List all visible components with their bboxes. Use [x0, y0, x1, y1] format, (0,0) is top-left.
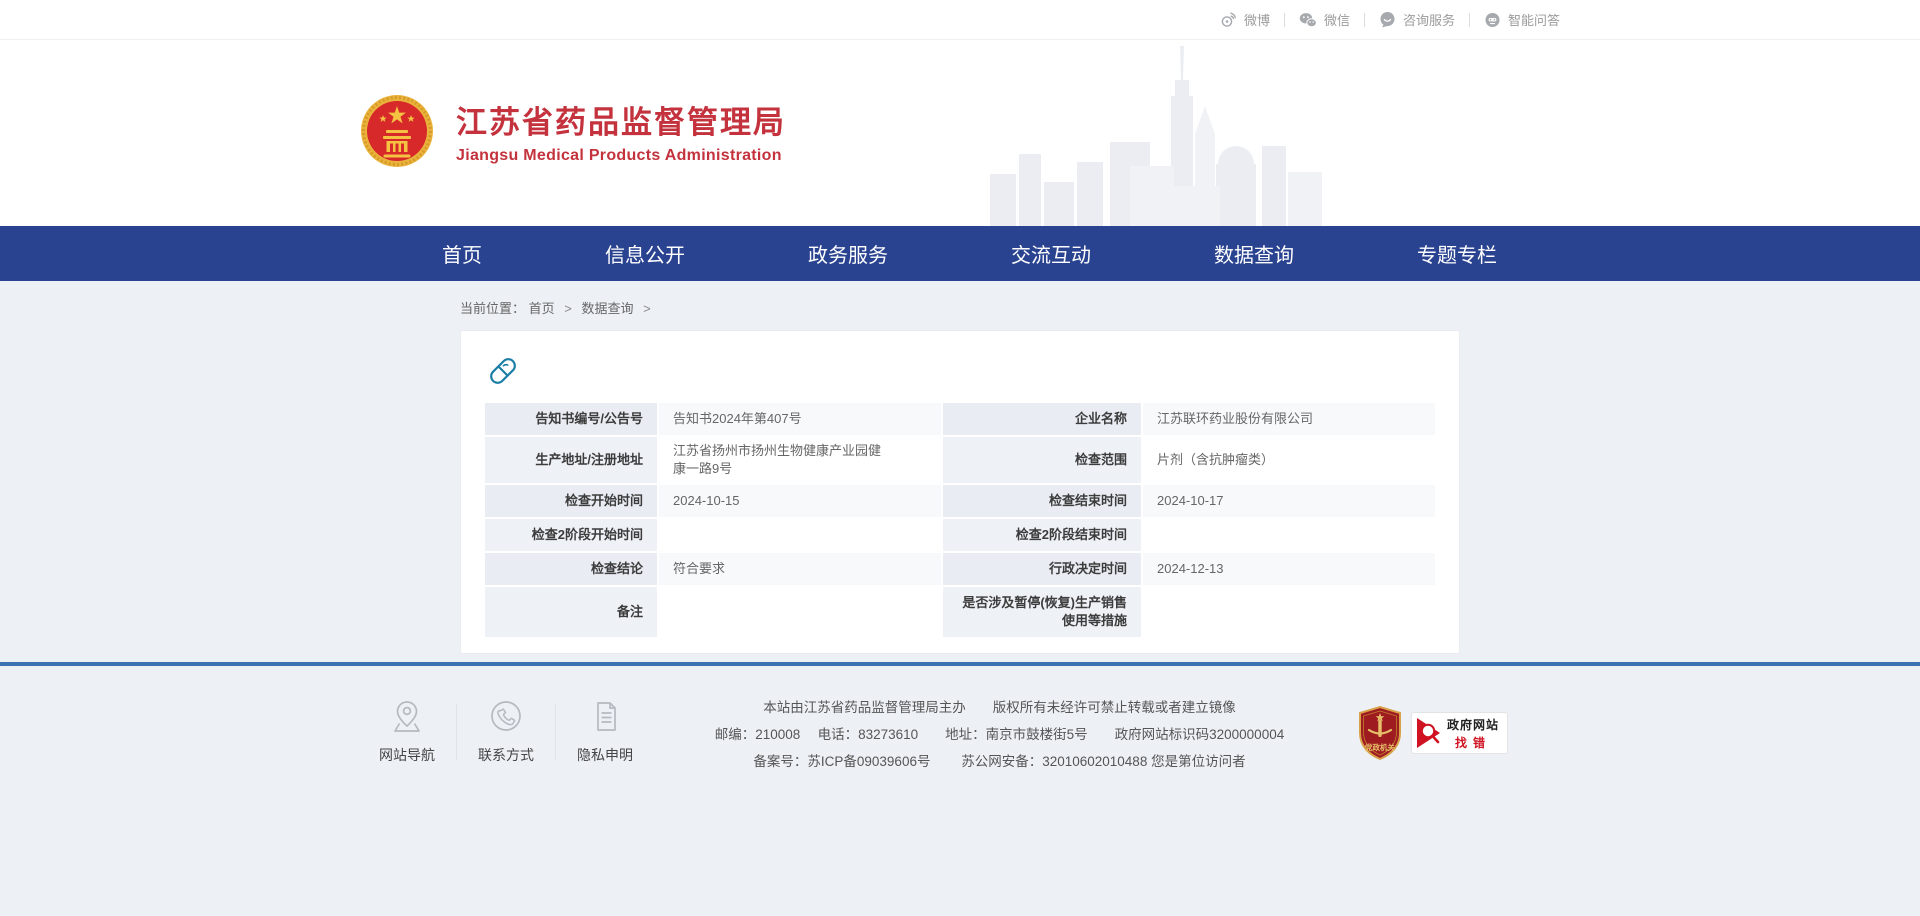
footer-link-label: 隐私申明 — [568, 745, 642, 765]
field-value: 片剂（含抗肿瘤类） — [1143, 437, 1435, 483]
field-label: 检查范围 — [943, 437, 1141, 483]
field-value: 告知书2024年第407号 — [659, 403, 941, 435]
consult-service-label: 咨询服务 — [1403, 10, 1455, 29]
table-row: 生产地址/注册地址 江苏省扬州市扬州生物健康产业园健康一路9号 检查范围 片剂（… — [485, 437, 1435, 483]
site-subtitle: Jiangsu Medical Products Administration — [456, 147, 786, 165]
wechat-icon — [1299, 12, 1317, 28]
nav-item-home[interactable]: 首页 — [442, 239, 482, 268]
shield-badge-label: 党政机关 — [1365, 742, 1395, 752]
city-skyline-graphic — [990, 46, 1335, 226]
robot-icon — [1484, 11, 1501, 28]
nav-item-data-query[interactable]: 数据查询 — [1214, 239, 1294, 268]
weibo-link[interactable]: 微博 — [1220, 10, 1270, 29]
breadcrumb-home-link[interactable]: 首页 — [529, 301, 555, 316]
map-pin-icon — [388, 698, 426, 736]
site-footer: 网站导航 联系方式 隐私申明 本站由江苏省药品监督管理局 — [0, 666, 1920, 775]
document-icon — [586, 698, 624, 736]
field-value: 江苏省扬州市扬州生物健康产业园健康一路9号 — [659, 437, 941, 483]
report-badge-subtitle: 找错 — [1447, 734, 1499, 751]
weibo-icon — [1220, 11, 1237, 28]
table-row: 检查2阶段开始时间 检查2阶段结束时间 — [485, 519, 1435, 551]
breadcrumb-separator: > — [643, 301, 651, 316]
field-value: 2024-12-13 — [1143, 553, 1435, 585]
table-row: 备注 是否涉及暂停(恢复)生产销售使用等措施 — [485, 587, 1435, 637]
table-row: 检查结论 符合要求 行政决定时间 2024-12-13 — [485, 553, 1435, 585]
field-value: 2024-10-17 — [1143, 485, 1435, 517]
weibo-label: 微博 — [1244, 10, 1270, 29]
field-label: 检查开始时间 — [485, 485, 657, 517]
field-label: 检查2阶段结束时间 — [943, 519, 1141, 551]
topbar-divider — [1364, 13, 1365, 27]
field-value: 符合要求 — [659, 553, 941, 585]
topbar-divider — [1284, 13, 1285, 27]
national-emblem-icon — [360, 94, 434, 168]
pill-icon — [485, 353, 521, 389]
field-label: 行政决定时间 — [943, 553, 1141, 585]
footer-link-sitemap[interactable]: 网站导航 — [370, 698, 444, 765]
field-value — [659, 519, 941, 551]
site-title: 江苏省药品监督管理局 — [456, 97, 786, 142]
inspection-detail-card: 告知书编号/公告号 告知书2024年第407号 企业名称 江苏联环药业股份有限公… — [460, 330, 1460, 654]
topbar-divider — [1469, 13, 1470, 27]
field-label: 备注 — [485, 587, 657, 637]
field-value — [1143, 519, 1435, 551]
wechat-label: 微信 — [1324, 10, 1350, 29]
error-report-badge[interactable]: 政府网站 找错 — [1411, 712, 1508, 754]
footer-contact-line: 邮编：210008 电话：83273610 地址：南京市鼓楼街5号 政府网站标识… — [666, 721, 1333, 748]
table-row: 检查开始时间 2024-10-15 检查结束时间 2024-10-17 — [485, 485, 1435, 517]
report-badge-title: 政府网站 — [1447, 716, 1499, 733]
field-value — [659, 587, 941, 637]
breadcrumb-section-link[interactable]: 数据查询 — [582, 301, 634, 316]
breadcrumb-separator: > — [564, 301, 572, 316]
nav-item-info-disclosure[interactable]: 信息公开 — [605, 239, 685, 268]
field-value: 江苏联环药业股份有限公司 — [1143, 403, 1435, 435]
smart-qa-link[interactable]: 智能问答 — [1484, 10, 1560, 29]
footer-link-label: 网站导航 — [370, 745, 444, 765]
footer-copyright-line: 本站由江苏省药品监督管理局主办 版权所有未经许可禁止转载或者建立镜像 — [666, 694, 1333, 721]
footer-link-contact[interactable]: 联系方式 — [469, 698, 543, 765]
brand-block[interactable]: 江苏省药品监督管理局 Jiangsu Medical Products Admi… — [360, 94, 786, 168]
footer-link-label: 联系方式 — [469, 745, 543, 765]
party-gov-shield-badge[interactable]: 党政机关 — [1357, 706, 1403, 760]
wechat-link[interactable]: 微信 — [1299, 10, 1350, 29]
footer-link-divider — [456, 704, 457, 760]
table-row: 告知书编号/公告号 告知书2024年第407号 企业名称 江苏联环药业股份有限公… — [485, 403, 1435, 435]
footer-link-divider — [555, 704, 556, 760]
inspection-detail-table: 告知书编号/公告号 告知书2024年第407号 企业名称 江苏联环药业股份有限公… — [483, 401, 1437, 639]
field-label: 企业名称 — [943, 403, 1141, 435]
nav-item-gov-services[interactable]: 政务服务 — [808, 239, 888, 268]
consult-service-link[interactable]: 咨询服务 — [1379, 10, 1455, 29]
field-value — [1143, 587, 1435, 637]
nav-item-interaction[interactable]: 交流互动 — [1011, 239, 1091, 268]
chat-bubble-icon — [1379, 11, 1396, 28]
site-header: 江苏省药品监督管理局 Jiangsu Medical Products Admi… — [0, 40, 1920, 226]
footer-link-privacy[interactable]: 隐私申明 — [568, 698, 642, 765]
breadcrumb-prefix: 当前位置： — [460, 301, 525, 316]
breadcrumb: 当前位置： 首页 > 数据查询 > — [460, 281, 1460, 330]
field-label: 检查结束时间 — [943, 485, 1141, 517]
footer-icp-line: 备案号：苏ICP备09039606号 苏公网安备：32010602010488 … — [666, 748, 1333, 775]
field-label: 告知书编号/公告号 — [485, 403, 657, 435]
field-label: 是否涉及暂停(恢复)生产销售使用等措施 — [943, 587, 1141, 637]
primary-nav: 首页 信息公开 政务服务 交流互动 数据查询 专题专栏 — [0, 226, 1920, 281]
field-label: 检查2阶段开始时间 — [485, 519, 657, 551]
field-value: 2024-10-15 — [659, 485, 941, 517]
field-label: 生产地址/注册地址 — [485, 437, 657, 483]
field-label: 检查结论 — [485, 553, 657, 585]
phone-icon — [487, 698, 525, 736]
nav-item-special-topics[interactable]: 专题专栏 — [1417, 239, 1497, 268]
top-utility-bar: 微博 微信 咨询服务 — [0, 0, 1920, 40]
magnifier-arrow-icon — [1416, 715, 1442, 751]
smart-qa-label: 智能问答 — [1508, 10, 1560, 29]
